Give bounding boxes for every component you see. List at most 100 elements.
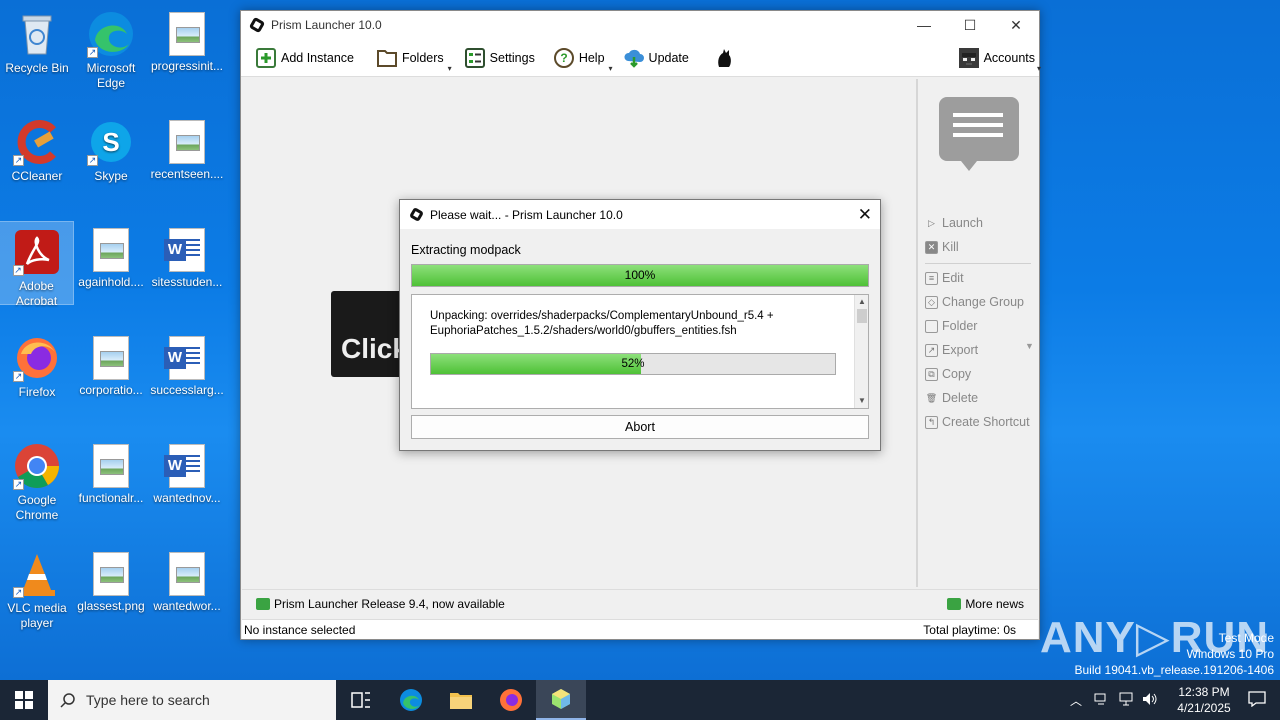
desktop-icon-file-wantednov[interactable]: W wantednov... — [150, 436, 224, 506]
prism-launcher-icon — [552, 689, 570, 709]
status-instance: No instance selected — [244, 622, 356, 637]
delete-button[interactable]: 🗑 Delete — [925, 391, 978, 405]
desktop-icon-skype[interactable]: S ↗ Skype — [74, 112, 148, 184]
news-headline[interactable]: Prism Launcher Release 9.4, now availabl… — [274, 597, 505, 611]
shortcut-arrow-icon: ↗ — [87, 155, 98, 166]
desktop-icon-firefox[interactable]: ↗ Firefox — [0, 328, 74, 400]
scroll-down-arrow-icon[interactable]: ▼ — [855, 394, 869, 408]
task-view-icon — [351, 692, 370, 708]
side-separator — [925, 263, 1031, 264]
list-scrollbar[interactable]: ▲ ▼ — [854, 295, 868, 408]
desktop-icon-file-sitesstuden[interactable]: W sitesstuden... — [150, 220, 224, 290]
edge-icon — [400, 689, 422, 711]
word-document-icon: W — [164, 336, 205, 380]
taskbar: Type here to search ︿ 12:38 PM 4/21/2025 — [0, 680, 1280, 720]
edit-button[interactable]: ≡ Edit — [925, 271, 964, 285]
taskbar-prism-launcher[interactable] — [536, 680, 586, 720]
accounts-button[interactable]: Accounts ▾ — [958, 47, 1041, 73]
launch-button[interactable]: ▷ Launch — [925, 216, 983, 230]
skype-icon: S ↗ — [87, 118, 135, 166]
start-button[interactable] — [0, 680, 48, 720]
firefox-icon: ↗ — [13, 334, 61, 382]
ethernet-icon[interactable] — [1118, 692, 1134, 709]
account-avatar-icon — [958, 47, 980, 69]
desktop-icon-file-againhold[interactable]: againhold.... — [74, 220, 148, 290]
taskbar-file-explorer[interactable] — [436, 680, 486, 720]
desktop-icon-file-functionalr[interactable]: functionalr... — [74, 436, 148, 506]
dialog-close-button[interactable]: ✕ — [858, 205, 872, 225]
status-bar: No instance selected Total playtime: 0s — [242, 619, 1038, 639]
main-progress-text: 100% — [624, 268, 656, 282]
minimize-button[interactable]: — — [901, 11, 947, 39]
sub-progress-text: 52% — [621, 358, 645, 370]
desktop-icon-vlc[interactable]: ↗ VLC media player — [0, 544, 74, 631]
network-icon[interactable] — [1094, 692, 1110, 709]
export-icon: ↗ — [925, 343, 938, 357]
update-button[interactable]: Update — [623, 47, 689, 69]
chrome-icon: ↗ — [13, 442, 61, 490]
firefox-icon — [500, 689, 522, 711]
scroll-thumb[interactable] — [857, 309, 867, 323]
image-file-icon — [93, 228, 129, 272]
desktop-icon-file-recentseen[interactable]: recentseen.... — [150, 112, 224, 182]
abort-button[interactable]: Abort — [411, 415, 869, 439]
instance-side-panel: ▷ Launch ✕ Kill ≡ Edit ◇ Change Group Folder… — [919, 79, 1039, 587]
cat-button[interactable] — [713, 47, 739, 69]
dialog-titlebar[interactable]: Please wait... - Prism Launcher 10.0 ✕ — [400, 200, 880, 229]
settings-button[interactable]: Settings — [464, 47, 535, 69]
word-document-icon: W — [164, 228, 205, 272]
add-instance-button[interactable]: Add Instance — [255, 47, 354, 69]
taskbar-firefox[interactable] — [486, 680, 536, 720]
status-playtime: Total playtime: 0s — [923, 622, 1016, 637]
volume-icon[interactable] — [1142, 692, 1158, 709]
image-file-icon — [93, 552, 129, 596]
task-detail-text: Unpacking: overrides/shaderpacks/Complem… — [430, 310, 774, 337]
notification-center-icon[interactable] — [1248, 690, 1266, 710]
news-bar: Prism Launcher Release 9.4, now availabl… — [242, 589, 1038, 617]
dropdown-arrow-icon: ▾ — [608, 63, 613, 73]
dialog-title: Please wait... - Prism Launcher 10.0 — [430, 207, 623, 222]
shortcut-arrow-icon: ↗ — [13, 155, 24, 166]
desktop-icon-adobe-acrobat[interactable]: ↗ Adobe Acrobat — [0, 221, 74, 308]
cat-icon — [713, 47, 735, 69]
desktop-icon-file-successlarg[interactable]: W successlarg... — [150, 328, 224, 398]
desktop-icon-file-progressinit[interactable]: progressinit... — [150, 4, 224, 74]
kill-button[interactable]: ✕ Kill — [925, 240, 959, 254]
change-group-button[interactable]: ◇ Change Group — [925, 295, 1024, 309]
shortcut-arrow-icon: ↗ — [13, 479, 24, 490]
close-button[interactable]: ✕ — [993, 11, 1039, 39]
taskbar-search[interactable]: Type here to search — [48, 680, 336, 720]
system-tray: ︿ 12:38 PM 4/21/2025 — [1070, 680, 1280, 720]
window-titlebar[interactable]: Prism Launcher 10.0 — ☐ ✕ — [241, 11, 1039, 39]
create-shortcut-button[interactable]: ↰ Create Shortcut — [925, 415, 1030, 429]
folders-button[interactable]: Folders ▾ — [376, 47, 452, 73]
scroll-up-arrow-icon[interactable]: ▲ — [855, 295, 869, 309]
copy-icon: ⧉ — [925, 367, 938, 381]
task-view-button[interactable] — [336, 680, 386, 720]
help-button[interactable]: ? Help ▾ — [553, 47, 613, 73]
desktop-icon-file-wantedwor[interactable]: wantedwor... — [150, 544, 224, 614]
more-news-button[interactable]: More news — [947, 597, 1024, 611]
background-click-button[interactable]: Click — [331, 291, 406, 377]
desktop-icon-file-corporatio[interactable]: corporatio... — [74, 328, 148, 398]
folder-button[interactable]: Folder — [925, 319, 977, 333]
sub-progress-bar: 52% — [430, 353, 836, 375]
cloud-download-icon — [623, 47, 645, 69]
shortcut-arrow-icon: ↗ — [12, 265, 24, 276]
panel-splitter[interactable] — [916, 79, 918, 587]
tray-overflow-chevron-icon[interactable]: ︿ — [1070, 692, 1082, 709]
prism-logo-icon — [408, 206, 425, 223]
desktop-icon-recycle-bin[interactable]: Recycle Bin — [0, 4, 74, 76]
desktop-icon-google-chrome[interactable]: ↗ Google Chrome — [0, 436, 74, 523]
maximize-button[interactable]: ☐ — [947, 11, 993, 39]
desktop-icon-ccleaner[interactable]: ↗ CCleaner — [0, 112, 74, 184]
copy-button[interactable]: ⧉ Copy — [925, 367, 971, 381]
taskbar-edge[interactable] — [386, 680, 436, 720]
taskbar-clock[interactable]: 12:38 PM 4/21/2025 — [1166, 684, 1242, 716]
task-detail-list[interactable]: Unpacking: overrides/shaderpacks/Complem… — [411, 294, 869, 409]
export-button[interactable]: ↗ Export ▼ — [925, 341, 1034, 357]
desktop-icon-file-glassest[interactable]: glassest.png — [74, 544, 148, 614]
desktop-icon-microsoft-edge[interactable]: ↗ Microsoft Edge — [74, 4, 148, 91]
news-icon — [256, 597, 270, 610]
search-icon — [60, 693, 75, 708]
